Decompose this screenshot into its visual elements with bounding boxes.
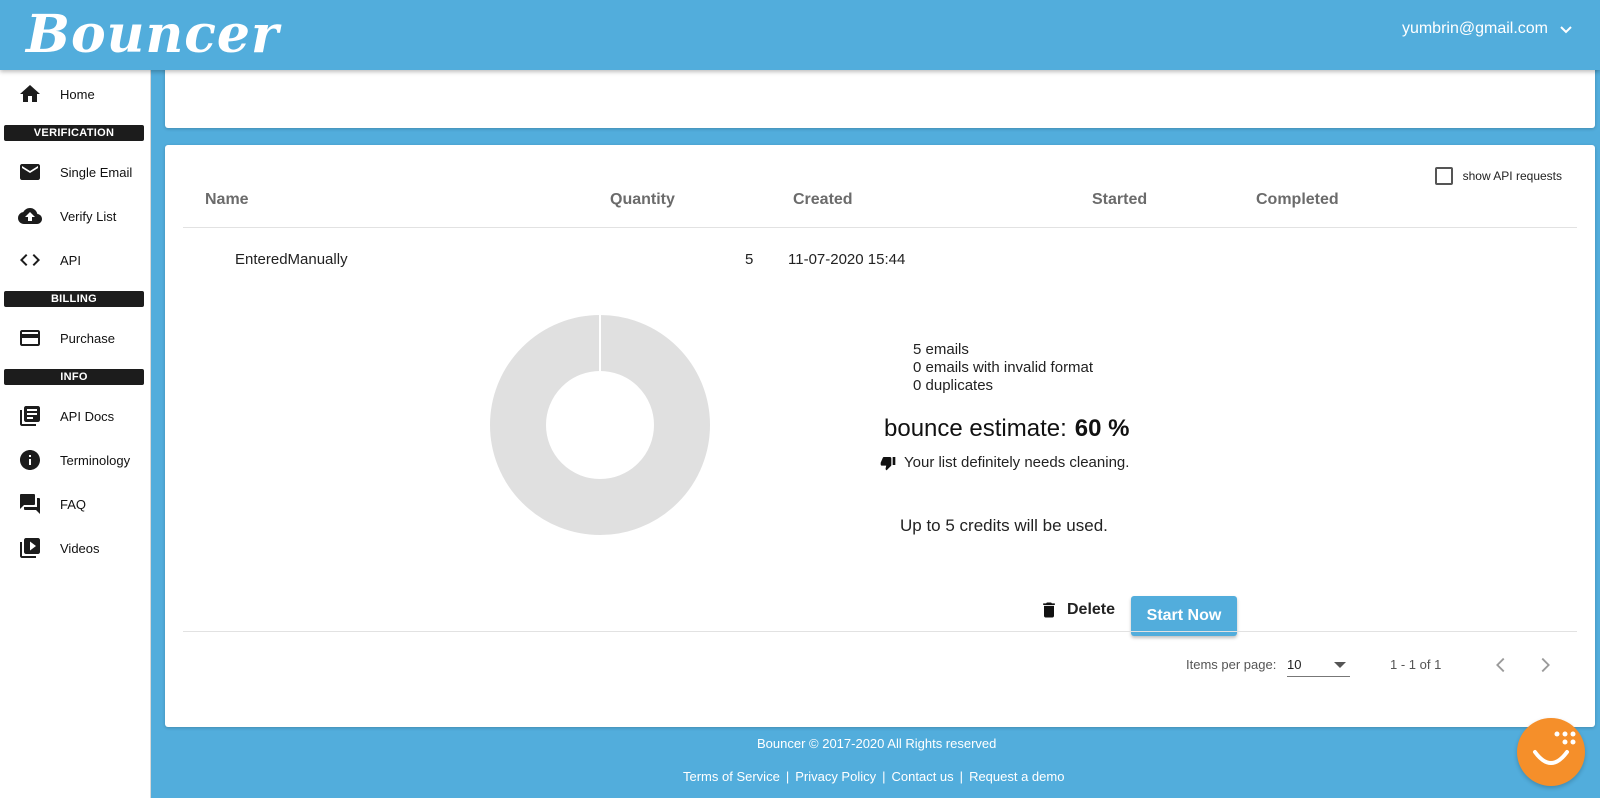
section-header-verification: VERIFICATION [4,125,144,141]
sidebar-item-api[interactable]: API [0,240,150,280]
home-icon [18,82,42,106]
column-header-started[interactable]: Started [1092,191,1147,209]
credit-card-icon [18,326,42,350]
user-menu[interactable]: yumbrin@gmail.com [1402,20,1574,38]
results-donut-chart [490,315,710,535]
terms-link[interactable]: Terms of Service [683,769,780,784]
footer-links: Terms of Service | Privacy Policy | Cont… [683,769,1064,784]
column-header-quantity[interactable]: Quantity [610,191,675,209]
chat-smile-icon [1533,731,1576,765]
forum-icon [18,492,42,516]
bounce-estimate-label: bounce estimate: [884,415,1067,442]
items-per-page-label: Items per page: [1186,657,1277,672]
previous-page-button[interactable] [1487,651,1515,679]
sidebar-item-purchase[interactable]: Purchase [0,318,150,358]
column-header-name[interactable]: Name [205,191,249,209]
footer-divider [183,631,1577,632]
info-icon [18,448,42,472]
column-header-created[interactable]: Created [793,191,853,209]
row-name[interactable]: EnteredManually [235,251,348,268]
chevron-right-icon [1541,657,1550,673]
stat-emails: 5 emails [913,341,969,358]
link-separator: | [882,769,886,784]
sidebar-item-label: Terminology [60,452,131,468]
pagination-range: 1 - 1 of 1 [1390,657,1442,672]
lists-card: show API requests Name Quantity Created … [165,145,1595,727]
sidebar-item-verify-list[interactable]: Verify List [0,196,150,236]
sidebar-item-label: Videos [60,540,100,556]
link-separator: | [959,769,964,784]
sidebar-item-single-email[interactable]: Single Email [0,152,150,192]
header-divider [183,227,1577,228]
cloud-upload-icon [18,204,42,228]
sidebar-item-api-docs[interactable]: API Docs [0,396,150,436]
app-header: Bouncer yumbrin@gmail.com [0,0,1600,70]
video-library-icon [18,536,42,560]
bouncer-logo[interactable]: Bouncer [26,4,279,65]
dropdown-caret-icon [1334,662,1346,668]
sidebar-item-label: Home [60,86,95,102]
verdict-text: Your list definitely needs cleaning. [904,454,1130,471]
row-quantity: 5 [745,251,754,268]
list-stats: 5 emails 0 emails with invalid format 0 … [913,341,1093,395]
sidebar-item-label: Purchase [60,330,115,346]
sidebar-item-home[interactable]: Home [0,74,150,114]
items-per-page-value: 10 [1287,657,1302,672]
link-separator: | [785,769,790,784]
sidebar-item-videos[interactable]: Videos [0,528,150,568]
sidebar-item-terminology[interactable]: Terminology [0,440,150,480]
sidebar: Home VERIFICATION Single Email Verify Li… [0,70,151,798]
bounce-estimate-value: 60 % [1074,415,1130,442]
delete-button[interactable]: Delete [1033,592,1121,628]
sidebar-item-label: FAQ [60,496,87,512]
show-api-requests-toggle[interactable]: show API requests [1434,167,1562,185]
upload-card [165,62,1595,128]
user-email: yumbrin@gmail.com [1401,20,1548,37]
next-page-button[interactable] [1531,651,1559,679]
items-per-page-select[interactable]: 10 [1287,653,1350,677]
demo-link[interactable]: Request a demo [969,769,1064,784]
sidebar-item-label: Verify List [60,208,117,224]
sidebar-item-label: Single Email [60,164,133,180]
bounce-estimate: bounce estimate: 60 % [884,415,1129,443]
show-api-label: show API requests [1462,169,1562,183]
sidebar-item-label: API Docs [60,408,115,424]
delete-label: Delete [1067,601,1116,618]
copyright: Bouncer © 2017-2020 All Rights reserved [757,736,997,751]
start-now-button[interactable]: Start Now [1131,596,1237,636]
code-icon [18,248,42,272]
mail-icon [18,160,42,184]
chevron-down-icon [1560,26,1572,34]
show-api-checkbox[interactable] [1434,167,1453,185]
privacy-link[interactable]: Privacy Policy [795,769,876,784]
contact-link[interactable]: Contact us [892,769,954,784]
trash-icon [1043,602,1055,618]
chat-widget-button[interactable] [1517,718,1585,786]
section-header-billing: BILLING [4,291,144,307]
sidebar-item-label: API [60,252,81,268]
column-header-completed[interactable]: Completed [1256,191,1339,209]
stat-invalid: 0 emails with invalid format [913,359,1094,376]
bounce-verdict: Your list definitely needs cleaning. [880,454,1129,471]
row-created: 11-07-2020 15:44 [788,251,906,268]
section-header-info: INFO [4,369,144,385]
stat-duplicates: 0 duplicates [913,377,994,394]
sidebar-item-faq[interactable]: FAQ [0,484,150,524]
credits-note: Up to 5 credits will be used. [900,516,1108,535]
chevron-left-icon [1496,657,1505,673]
library-books-icon [18,404,42,428]
thumb-down-icon [880,456,896,470]
